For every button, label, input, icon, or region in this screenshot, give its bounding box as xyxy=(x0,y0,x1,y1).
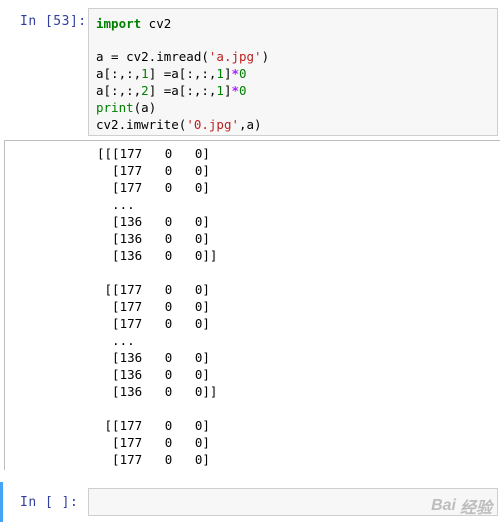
output-line: [177 0 0] xyxy=(97,299,210,314)
output-line: [[[177 0 0] xyxy=(97,146,210,161)
code-line-1: import cv2 xyxy=(96,16,172,31)
output-line: [177 0 0] xyxy=(97,452,210,467)
output-line: [136 0 0] xyxy=(97,350,210,365)
output-line: [[177 0 0] xyxy=(97,418,210,433)
output-line: ... xyxy=(97,197,135,212)
output-line: [136 0 0] xyxy=(97,231,210,246)
cell-selection-bar xyxy=(0,482,3,522)
code-line-4: a[:,:,2] =a[:,:,1]*0 xyxy=(96,83,247,98)
baidu-watermark: Bai 经验 xyxy=(431,494,492,518)
output-line: [177 0 0] xyxy=(97,316,210,331)
output-line: [136 0 0]] xyxy=(97,384,218,399)
output-line: [136 0 0] xyxy=(97,367,210,382)
output-cut-edge xyxy=(4,470,500,476)
code-line-3: a[:,:,1] =a[:,:,1]*0 xyxy=(96,66,247,81)
code-line-2: a = cv2.imread('a.jpg') xyxy=(96,49,270,64)
input-prompt-empty: In [ ]: xyxy=(20,495,79,510)
output-line: [136 0 0] xyxy=(97,214,210,229)
code-line-5: print(a) xyxy=(96,100,157,115)
output-line: [177 0 0] xyxy=(97,163,210,178)
output-line: [177 0 0] xyxy=(97,435,210,450)
code-line-6: cv2.imwrite('0.jpg',a) xyxy=(96,117,262,132)
output-line: ... xyxy=(97,333,135,348)
input-prompt: In [53]: xyxy=(20,14,87,29)
output-area[interactable]: [[[177 0 0] [177 0 0] [177 0 0] ... [136… xyxy=(4,140,500,470)
output-line: [136 0 0]] xyxy=(97,248,218,263)
watermark-brand: Bai xyxy=(431,497,456,514)
output-line: [[177 0 0] xyxy=(97,282,210,297)
output-line: [177 0 0] xyxy=(97,180,210,195)
notebook-cell-empty[interactable]: In [ ]: Bai 经验 xyxy=(0,482,500,522)
watermark-brand-2: 经验 xyxy=(459,500,492,517)
code-editor[interactable]: import cv2 a = cv2.imread('a.jpg') a[:,:… xyxy=(88,8,498,136)
